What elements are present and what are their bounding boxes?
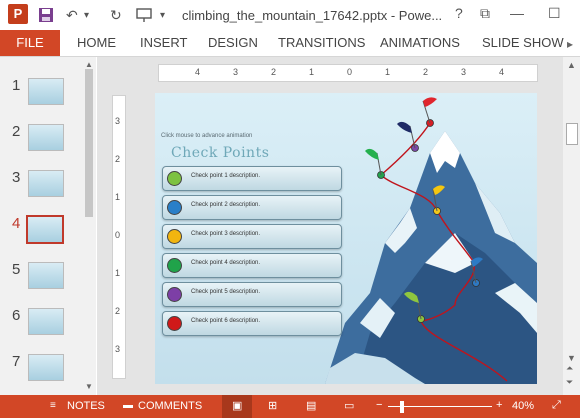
slide-number: 6: [12, 307, 21, 324]
tab-design[interactable]: DESIGN: [208, 30, 258, 56]
tab-animations[interactable]: ANIMATIONS: [380, 30, 460, 56]
animation-hint-text: Click mouse to advance animation: [161, 133, 253, 139]
ruler-label: 2: [115, 154, 121, 164]
checkpoint-label: Check point 1 description.: [191, 173, 261, 179]
slide-number: 7: [12, 353, 21, 370]
ruler-label: 1: [115, 268, 121, 278]
scroll-up-icon[interactable]: ▲: [85, 60, 93, 69]
tab-home[interactable]: HOME: [77, 30, 116, 56]
zoom-slider-handle[interactable]: [400, 401, 404, 413]
ribbon-scroll-right-icon[interactable]: ▸: [567, 37, 573, 51]
zoom-out-icon[interactable]: −: [376, 399, 382, 411]
thumbnail-scrollbar[interactable]: ▲ ▼: [82, 57, 96, 395]
notes-icon: ≡: [50, 400, 56, 411]
checkpoint-label: Check point 5 description.: [191, 289, 261, 295]
ruler-label: 1: [309, 67, 315, 77]
ruler-label: 0: [347, 67, 353, 77]
repeat-icon[interactable]: ↻: [110, 7, 122, 24]
tab-transitions[interactable]: TRANSITIONS: [278, 30, 365, 56]
slide-number: 1: [12, 77, 21, 94]
horizontal-ruler: 4 3 2 1 0 1 2 3 4: [158, 64, 538, 82]
ruler-label: 1: [385, 67, 391, 77]
checkpoint-label: Check point 3 description.: [191, 231, 261, 237]
slide-canvas[interactable]: Click mouse to advance animation Check P…: [155, 93, 537, 384]
checkpoint-label: Check point 2 description.: [191, 202, 261, 208]
slide-thumbnail-6[interactable]: [28, 308, 64, 335]
purple-dot-icon: [167, 287, 182, 302]
scrollbar-thumb[interactable]: [85, 69, 93, 217]
slide-thumbnail-3[interactable]: [28, 170, 64, 197]
document-title: climbing_the_mountain_17642.pptx - Powe.…: [182, 8, 443, 23]
checkpoint-label: Check point 4 description.: [191, 260, 261, 266]
slide-sorter-icon[interactable]: ⊞: [268, 399, 277, 412]
ruler-label: 2: [271, 67, 277, 77]
minimize-button[interactable]: —: [510, 5, 524, 21]
ruler-label: 3: [461, 67, 467, 77]
checkpoint-1[interactable]: Check point 1 description.: [162, 166, 342, 191]
yellow-dot-icon: [167, 229, 182, 244]
customize-toolbar-icon[interactable]: ▾: [160, 10, 165, 21]
status-bar: ≡ NOTES ▬ COMMENTS ▣ ⊞ ▤ ▭ − + 40% ⤢: [0, 395, 580, 418]
help-button[interactable]: ?: [455, 5, 463, 21]
previous-slide-icon[interactable]: ⏶: [566, 363, 573, 374]
notes-button[interactable]: NOTES: [67, 400, 105, 412]
editor-scrollbar[interactable]: ▲ ▼ ⏶ ⏷: [563, 57, 580, 395]
ribbon-display-options-icon[interactable]: ⧉: [480, 5, 490, 22]
reading-view-icon[interactable]: ▤: [306, 399, 316, 412]
tab-slide-show[interactable]: SLIDE SHOW: [482, 30, 564, 56]
checkpoint-2[interactable]: Check point 2 description.: [162, 195, 342, 220]
slide-number: 2: [12, 123, 21, 140]
zoom-in-icon[interactable]: +: [496, 399, 502, 411]
blue-dot-icon: [167, 200, 182, 215]
normal-view-icon: ▣: [232, 400, 243, 412]
red-dot-icon: [167, 316, 182, 331]
tab-insert[interactable]: INSERT: [140, 30, 187, 56]
green-dot-icon: [167, 171, 182, 186]
save-icon[interactable]: [38, 7, 54, 26]
comments-button[interactable]: COMMENTS: [138, 400, 202, 412]
check-points-heading: Check Points: [171, 145, 270, 161]
powerpoint-logo-icon: P: [8, 4, 28, 24]
slide-number: 5: [12, 261, 21, 278]
scroll-down-icon[interactable]: ▼: [85, 382, 93, 391]
checkpoint-4[interactable]: Check point 4 description.: [162, 253, 342, 278]
comments-icon: ▬: [123, 400, 133, 411]
ruler-label: 2: [423, 67, 429, 77]
ruler-label: 1: [115, 192, 121, 202]
slide-show-icon[interactable]: ▭: [344, 399, 354, 412]
scroll-up-icon[interactable]: ▲: [567, 60, 576, 70]
slide-thumbnail-1[interactable]: [28, 78, 64, 105]
ruler-label: 3: [233, 67, 239, 77]
slide-thumbnail-4[interactable]: [26, 215, 64, 244]
undo-dropdown-icon[interactable]: ▾: [84, 10, 89, 21]
ruler-label: 3: [115, 344, 121, 354]
ruler-label: 4: [499, 67, 505, 77]
scrollbar-thumb[interactable]: [566, 123, 578, 145]
vertical-ruler: 3 2 1 0 1 2 3: [112, 95, 126, 379]
undo-icon[interactable]: ↶: [66, 7, 78, 24]
slide-number: 3: [12, 169, 21, 186]
slide-thumbnail-2[interactable]: [28, 124, 64, 151]
maximize-button[interactable]: ☐: [548, 5, 561, 22]
ruler-label: 2: [115, 306, 121, 316]
checkpoint-label: Check point 6 description.: [191, 318, 261, 324]
checkpoint-3[interactable]: Check point 3 description.: [162, 224, 342, 249]
ruler-label: 4: [195, 67, 201, 77]
checkpoint-6[interactable]: Check point 6 description.: [162, 311, 342, 336]
start-slideshow-icon[interactable]: [136, 7, 154, 26]
slide-thumbnail-7[interactable]: [28, 354, 64, 381]
slide-number-selected: 4: [12, 215, 21, 232]
ruler-label: 3: [115, 116, 121, 126]
slide-thumbnail-5[interactable]: [28, 262, 64, 289]
zoom-level[interactable]: 40%: [512, 400, 534, 412]
next-slide-icon[interactable]: ⏷: [566, 377, 573, 388]
green-dot-icon: [167, 258, 182, 273]
tab-file[interactable]: FILE: [0, 30, 60, 56]
fit-slide-icon[interactable]: ⤢: [552, 399, 561, 412]
ruler-label: 0: [115, 230, 121, 240]
scroll-down-icon[interactable]: ▼: [567, 353, 576, 363]
checkpoint-5[interactable]: Check point 5 description.: [162, 282, 342, 307]
